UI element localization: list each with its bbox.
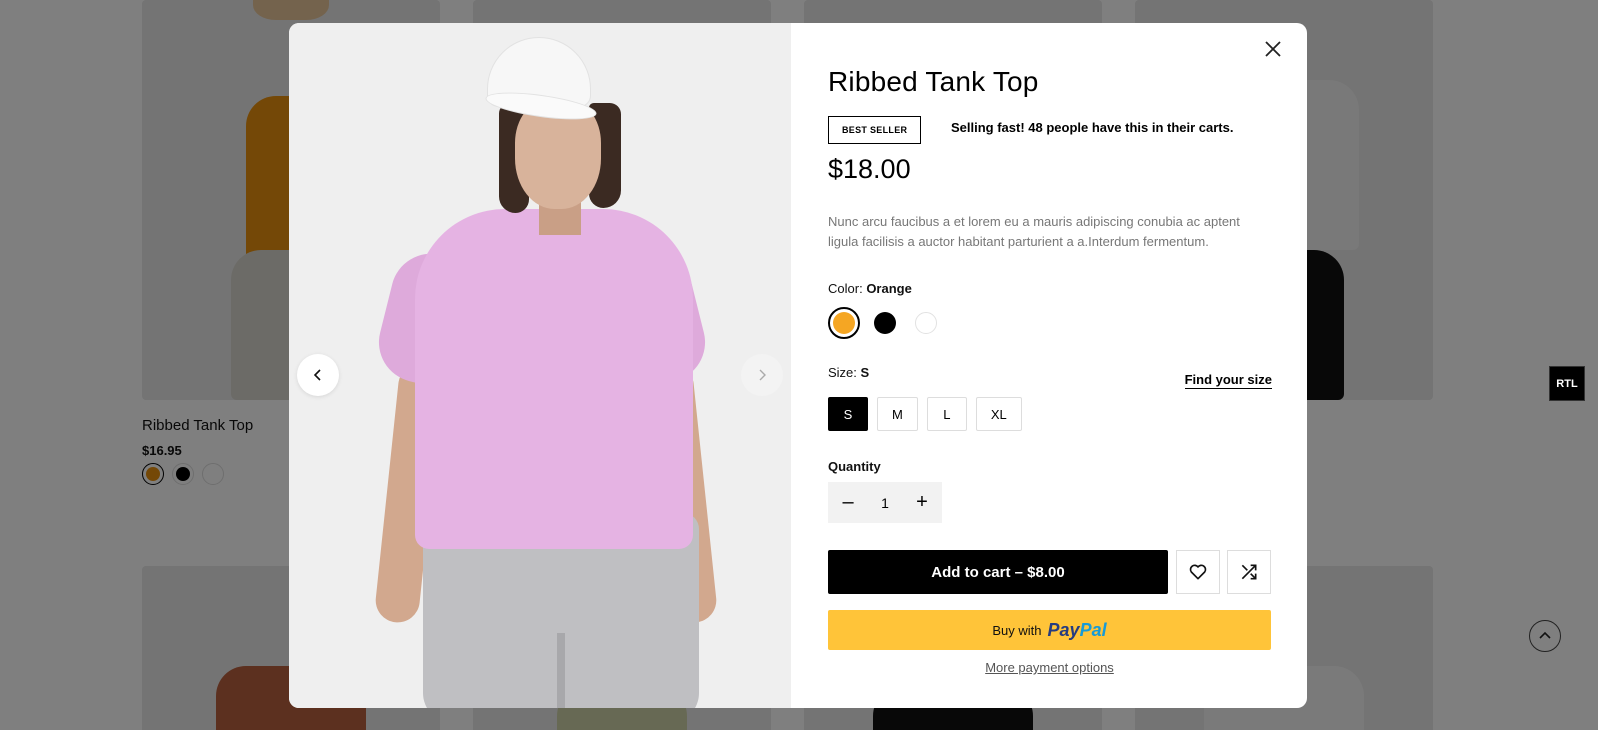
quantity-input[interactable]: 1 — [881, 495, 889, 511]
size-label: Size: S — [828, 365, 870, 380]
product-info: Ribbed Tank Top BEST SELLER Selling fast… — [828, 23, 1272, 708]
heart-icon — [1189, 564, 1207, 580]
selected-color: Orange — [866, 281, 912, 296]
size-option-l[interactable]: L — [926, 397, 967, 431]
paypal-prefix: Buy with — [992, 622, 1042, 638]
selected-size: S — [860, 365, 870, 380]
more-payment-options-link[interactable]: More payment options — [828, 660, 1271, 675]
add-to-wishlist-button[interactable] — [1176, 550, 1220, 594]
quantity-decrease-button[interactable]: – — [832, 487, 864, 519]
size-option-xl[interactable]: XL — [975, 397, 1022, 431]
selling-fast-text: Selling fast! 48 people have this in the… — [951, 120, 1234, 135]
color-swatches — [828, 307, 942, 339]
compare-button[interactable] — [1227, 550, 1271, 594]
product-gallery — [289, 23, 791, 708]
quick-view-modal: Ribbed Tank Top BEST SELLER Selling fast… — [289, 23, 1307, 708]
product-price: $18.00 — [828, 154, 911, 184]
size-option-m[interactable]: M — [877, 397, 918, 431]
color-swatch-black[interactable] — [869, 307, 901, 339]
gallery-prev-button[interactable] — [297, 354, 339, 396]
chevron-right-icon — [759, 369, 766, 381]
add-to-cart-button[interactable]: Add to cart – $8.00 — [828, 550, 1168, 594]
size-option-s[interactable]: S — [828, 397, 868, 431]
product-title: Ribbed Tank Top — [828, 66, 1039, 97]
quantity-label: Quantity — [828, 459, 881, 474]
scroll-to-top-button[interactable] — [1529, 620, 1561, 652]
shuffle-icon — [1241, 564, 1257, 580]
chevron-up-icon — [1539, 631, 1551, 639]
color-label: Color: Orange — [828, 281, 912, 296]
paypal-logo: PayPal — [1047, 619, 1107, 640]
paypal-button[interactable]: Buy with PayPal — [828, 610, 1271, 650]
fire-icon — [935, 122, 945, 134]
size-options: S M L XL — [828, 397, 1022, 431]
find-your-size-link[interactable]: Find your size — [1184, 372, 1272, 389]
quantity-stepper: – 1 + — [828, 482, 942, 523]
gallery-next-button[interactable] — [741, 354, 783, 396]
quantity-increase-button[interactable]: + — [906, 487, 938, 519]
rtl-toggle-button[interactable]: RTL — [1549, 366, 1585, 401]
selling-fast-notice: Selling fast! 48 people have this in the… — [935, 120, 1233, 135]
color-swatch-white[interactable] — [910, 307, 942, 339]
best-seller-badge: BEST SELLER — [828, 116, 922, 144]
color-swatch-orange[interactable] — [828, 307, 860, 339]
chevron-left-icon — [313, 369, 321, 381]
product-description: Nunc arcu faucibus a et lorem eu a mauri… — [828, 214, 1240, 249]
